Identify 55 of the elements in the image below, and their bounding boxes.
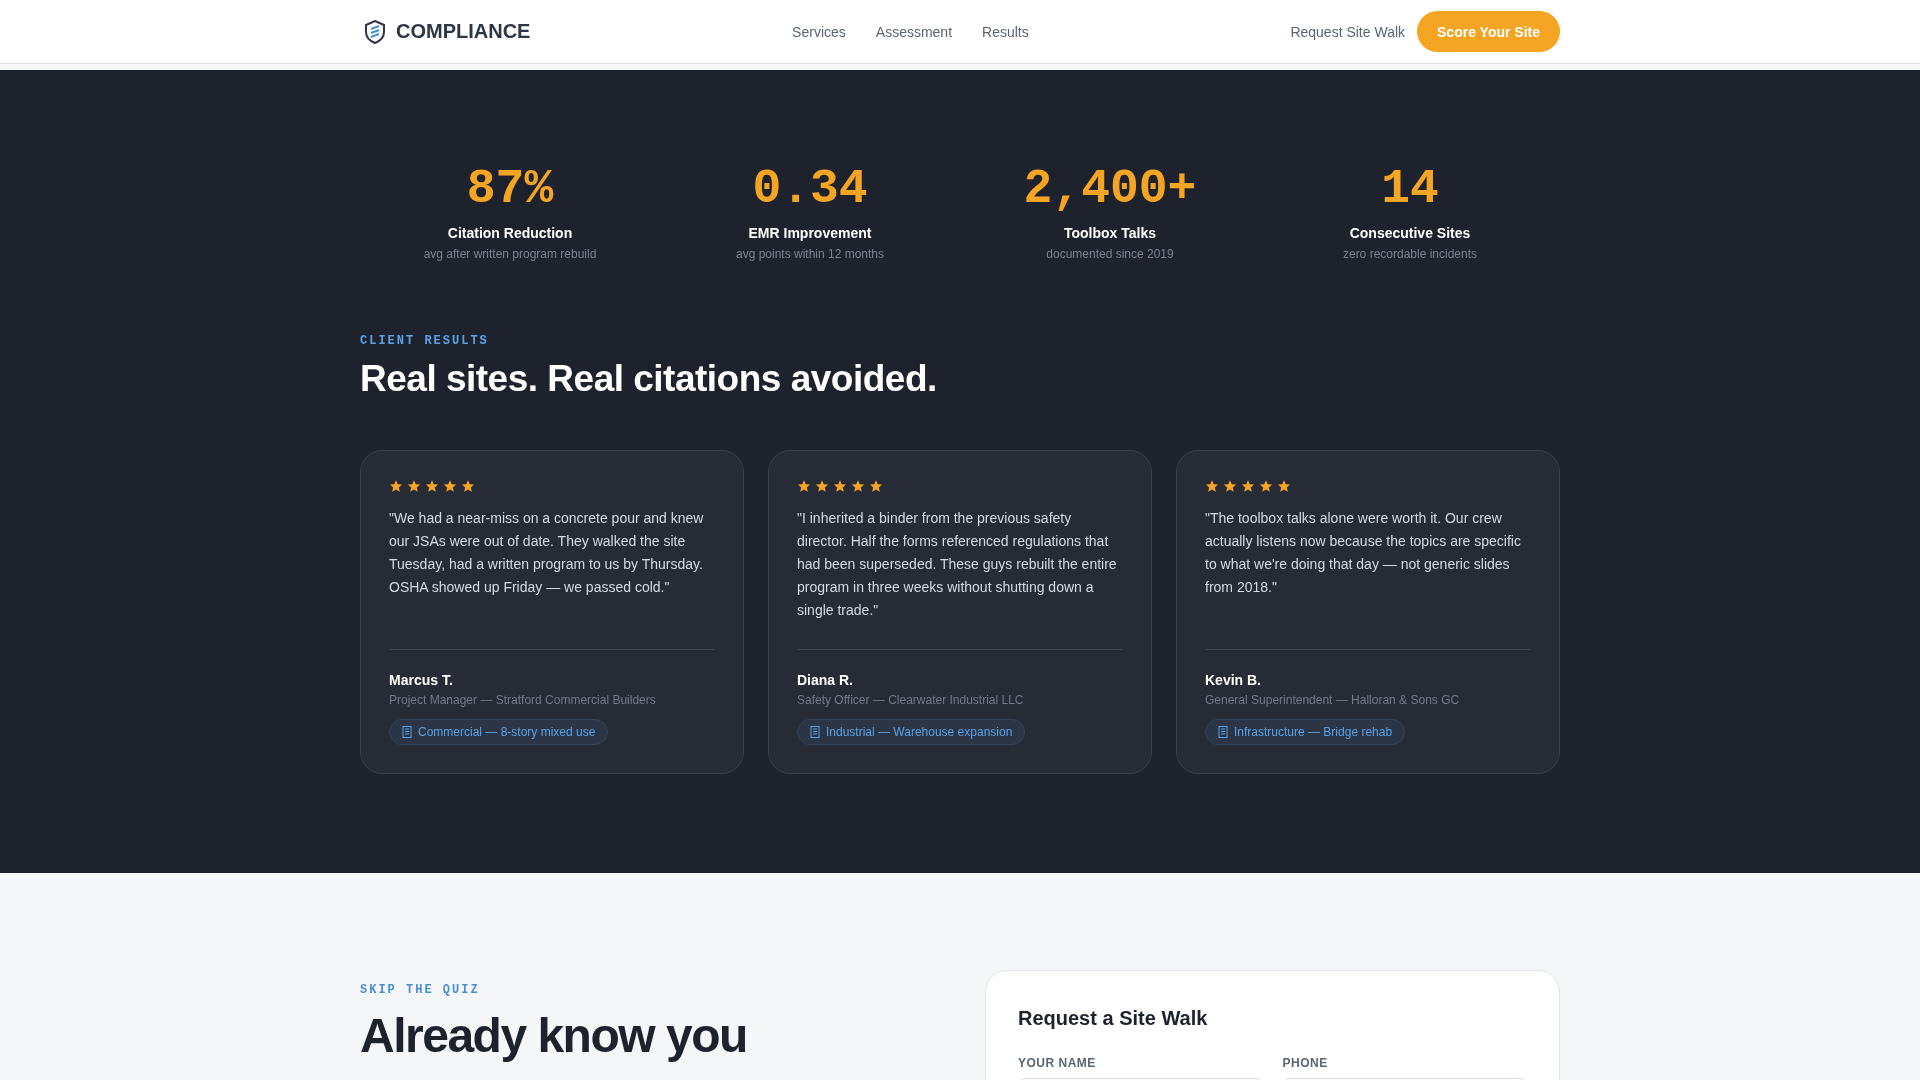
stat-value: 0.34 [752,165,868,213]
tag-text: Commercial — 8-story mixed use [418,725,596,739]
testimonial-quote: "I inherited a binder from the previous safety director. Half the forms referenced regulations that had been superseded. These guys rebuilt the entire program in three weeks without shutting down a single trade." [797,509,1118,620]
client-name: Marcus T. [389,672,454,688]
client-name: Kevin B. [1205,672,1262,688]
request-walk-link[interactable]: Request Site Walk [1290,23,1406,40]
field-label: PHONE [1282,1056,1329,1070]
tag-text: Industrial — Warehouse expansion [826,725,1013,739]
stat-value: 2,400+ [1023,165,1197,213]
section-heading: Real sites. Real citations avoided. [360,358,938,400]
stat-caption: zero recordable incidents [1342,247,1478,261]
stat-label: Consecutive Sites [1349,225,1471,241]
star-icon [851,479,865,493]
section-eyebrow: SKIP THE QUIZ [360,983,481,997]
stat-label: Toolbox Talks [1063,225,1156,241]
stat-value: 14 [1381,165,1439,213]
nav-link[interactable]: Services [792,23,846,40]
brand-name: COMPLIANCE [396,20,531,43]
testimonial-quote: "We had a near-miss on a concrete pour and knew our JSAs were out of date. They walked the site Tuesday, had a written program to us by Thursday. OSHA showed up Friday — we passed cold." [389,509,705,597]
stat-caption: avg after written program rebuild [423,247,597,261]
testimonial-quote: "The toolbox talks alone were worth it. Our crew actually listens now because the topics are specific to what we're doing that day — not generic slides from 2018." [1205,509,1522,597]
client-name: Diana R. [797,672,854,688]
stat-caption: documented since 2019 [1046,247,1174,261]
field-label: YOUR NAME [1018,1056,1097,1070]
building-icon [1218,726,1228,738]
star-icon [425,479,439,493]
client-role: Project Manager — Stratford Commercial Builders [389,693,657,707]
shield-logo-icon [364,19,386,44]
star-icon [1259,479,1273,493]
building-icon [402,726,412,738]
stat-label: Citation Reduction [447,225,573,241]
star-icon [1277,479,1291,493]
star-icon [443,479,457,493]
star-icon [833,479,847,493]
section-heading: Already know you [360,1011,747,1061]
section-eyebrow: CLIENT RESULTS [360,334,490,348]
star-icon [407,479,421,493]
client-role: Safety Officer — Clearwater Industrial LLC [797,693,1025,707]
form-title: Request a Site Walk [1018,1007,1209,1030]
star-icon [389,479,403,493]
star-icon [1241,479,1255,493]
star-icon [1223,479,1237,493]
star-icon [1205,479,1219,493]
star-icon [461,479,475,493]
star-icon [797,479,811,493]
tag-text: Infrastructure — Bridge rehab [1234,725,1393,739]
star-icon [869,479,883,493]
stat-value: 87% [466,165,554,213]
client-role: General Superintendent — Halloran & Sons GC [1205,693,1461,707]
nav-link[interactable]: Results [982,23,1029,40]
stat-label: EMR Improvement [748,225,872,241]
nav-link[interactable]: Assessment [875,23,953,40]
star-icon [815,479,829,493]
stat-caption: avg points within 12 months [735,247,885,261]
building-icon [810,726,820,738]
